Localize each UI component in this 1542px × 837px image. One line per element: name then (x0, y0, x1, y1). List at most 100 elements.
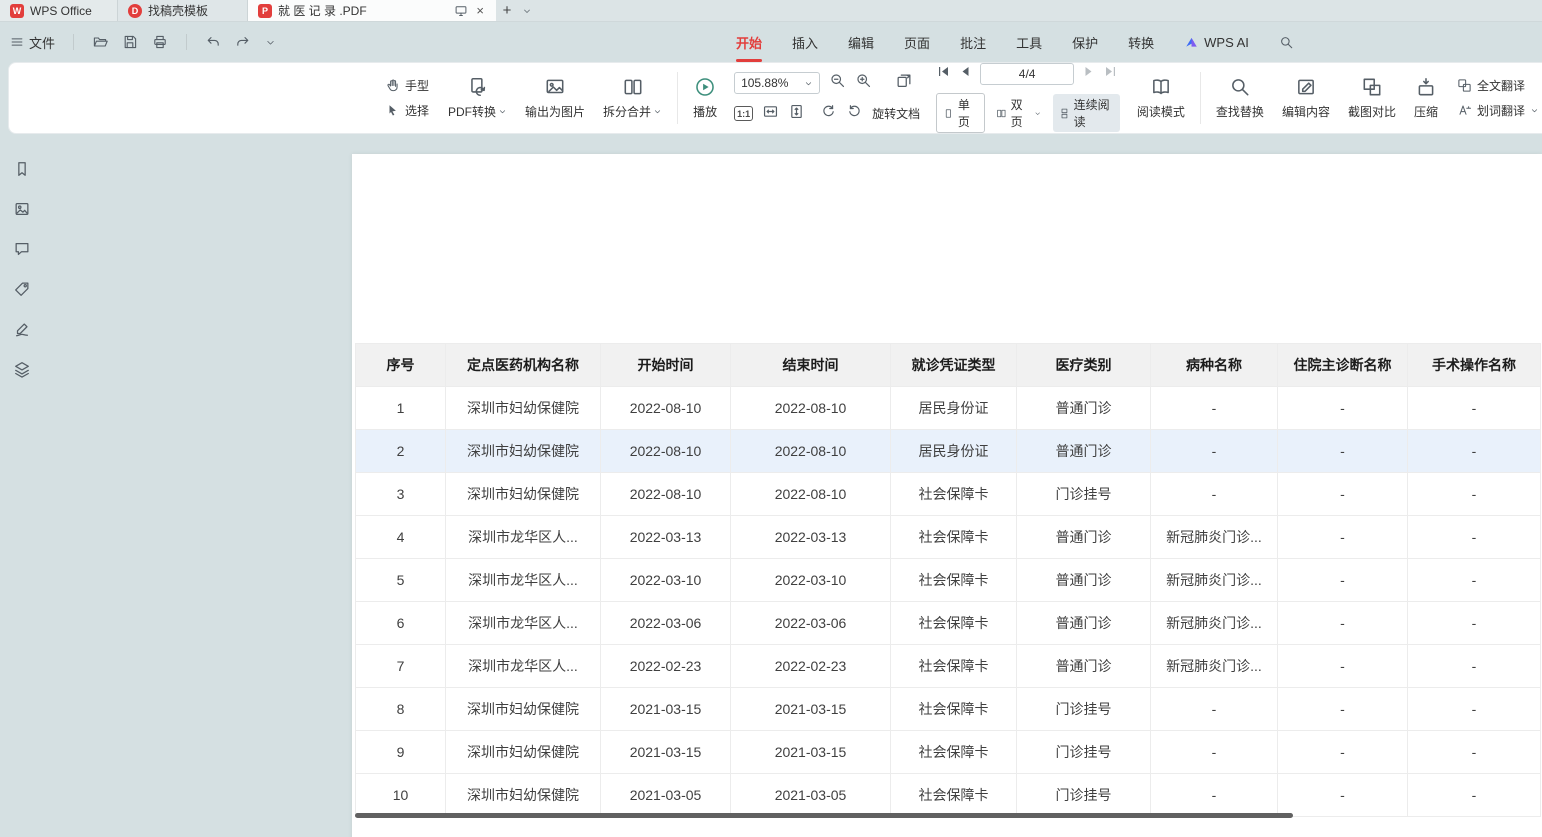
comment-panel-icon[interactable] (12, 239, 32, 259)
read-mode-button[interactable]: 阅读模式 (1128, 67, 1194, 129)
table-cell: 深圳市妇幼保健院 (446, 473, 601, 516)
close-tab-icon[interactable]: × (474, 4, 486, 17)
page-indicator-value: 4/4 (1019, 67, 1036, 81)
page-indicator-input[interactable]: 4/4 (980, 63, 1074, 85)
edit-content-button[interactable]: 编辑内容 (1273, 67, 1339, 129)
signature-panel-icon[interactable] (12, 319, 32, 339)
ribbon-tab-page[interactable]: 页面 (904, 22, 930, 62)
save-icon[interactable] (122, 34, 138, 50)
split-merge-button[interactable]: 拆分合并 (594, 67, 671, 129)
tabs-dropdown-icon[interactable] (518, 0, 536, 21)
file-menu-button[interactable]: 文件 (10, 33, 55, 52)
table-cell: - (1408, 774, 1541, 817)
single-page-mode-button[interactable]: 单页 (936, 93, 985, 133)
tab-document[interactable]: P 就 医 记 录 .PDF × (248, 0, 496, 21)
table-cell: - (1278, 688, 1408, 731)
select-tool-label: 选择 (405, 102, 429, 119)
table-cell: - (1278, 430, 1408, 473)
compress-button[interactable]: 压缩 (1405, 67, 1447, 129)
single-page-label: 单页 (958, 96, 978, 130)
table-cell: 深圳市妇幼保健院 (446, 731, 601, 774)
ribbon-tab-convert[interactable]: 转换 (1128, 22, 1154, 62)
table-cell: 2022-08-10 (601, 473, 731, 516)
pointer-mode-group: 手型 选择 (375, 77, 439, 119)
fit-page-button[interactable] (788, 103, 805, 125)
zoom-level-select[interactable]: 105.88% (734, 72, 820, 94)
full-translate-button[interactable]: 全文翻译 (1457, 77, 1539, 94)
export-image-icon (544, 76, 566, 98)
history-dropdown-icon[interactable] (265, 37, 276, 48)
ribbon-tab-insert[interactable]: 插入 (792, 22, 818, 62)
table-cell: 9 (356, 731, 446, 774)
table-cell: 2022-02-23 (731, 645, 891, 688)
ribbon-search-icon[interactable] (1279, 22, 1294, 62)
table-cell: 普通门诊 (1017, 387, 1151, 430)
next-page-button[interactable] (1081, 64, 1096, 84)
ribbon-tab-tools[interactable]: 工具 (1016, 22, 1042, 62)
undo-icon[interactable] (205, 34, 221, 50)
table-cell: 10 (356, 774, 446, 817)
table-cell: 2022-03-13 (731, 516, 891, 559)
divider (1200, 72, 1201, 124)
table-row: 9深圳市妇幼保健院2021-03-152021-03-15社会保障卡门诊挂号--… (356, 731, 1541, 774)
tag-panel-icon[interactable] (12, 279, 32, 299)
play-button[interactable]: 播放 (684, 67, 726, 129)
ribbon-tab-home[interactable]: 开始 (736, 22, 762, 62)
document-viewport[interactable]: 序号定点医药机构名称开始时间结束时间就诊凭证类型医疗类别病种名称住院主诊断名称手… (44, 135, 1542, 837)
thumbnail-panel-icon[interactable] (12, 199, 32, 219)
open-book-icon (1150, 76, 1172, 98)
last-page-button[interactable] (1103, 64, 1118, 84)
print-icon[interactable] (152, 34, 168, 50)
double-page-mode-button[interactable]: 双页 (990, 94, 1048, 132)
first-page-button[interactable] (936, 64, 951, 84)
tab-wps-home[interactable]: W WPS Office (0, 0, 118, 21)
new-window-view-icon[interactable] (895, 72, 913, 95)
screenshot-compare-button[interactable]: 截图对比 (1339, 67, 1405, 129)
column-header: 开始时间 (601, 344, 731, 387)
rotate-doc-button[interactable]: 旋转文档 (872, 105, 920, 122)
prev-page-button[interactable] (958, 64, 973, 84)
ribbon-tab-wps-ai[interactable]: WPS AI (1184, 22, 1249, 62)
zoom-out-button[interactable] (829, 72, 846, 94)
ribbon-tab-comment[interactable]: 批注 (960, 22, 986, 62)
table-cell: - (1278, 602, 1408, 645)
table-cell: 门诊挂号 (1017, 774, 1151, 817)
tab-docer-template[interactable]: D 找稿壳模板 (118, 0, 248, 21)
ribbon-tab-edit[interactable]: 编辑 (848, 22, 874, 62)
hamburger-icon (10, 35, 24, 49)
chevron-down-icon (498, 107, 507, 116)
divider (186, 34, 187, 50)
table-row: 8深圳市妇幼保健院2021-03-152021-03-15社会保障卡门诊挂号--… (356, 688, 1541, 731)
new-tab-button[interactable]: + (496, 0, 518, 21)
actual-size-button[interactable]: 1:1 (734, 106, 753, 121)
table-cell: - (1408, 473, 1541, 516)
full-translate-label: 全文翻译 (1477, 77, 1525, 94)
hand-tool-button[interactable]: 手型 (385, 77, 429, 94)
pdf-convert-label: PDF转换 (448, 103, 496, 120)
open-folder-icon[interactable] (92, 34, 108, 50)
bookmark-icon[interactable] (12, 159, 32, 179)
table-cell: - (1151, 688, 1278, 731)
rotate-left-button[interactable] (820, 103, 837, 125)
rotate-right-button[interactable] (846, 103, 863, 125)
layers-panel-icon[interactable] (12, 359, 32, 379)
export-image-button[interactable]: 输出为图片 (516, 67, 594, 129)
table-cell: 新冠肺炎门诊... (1151, 516, 1278, 559)
read-mode-label: 阅读模式 (1137, 103, 1185, 120)
monitor-icon[interactable] (454, 4, 468, 18)
table-cell: 居民身份证 (891, 387, 1017, 430)
redo-icon[interactable] (235, 34, 251, 50)
table-cell: - (1278, 774, 1408, 817)
table-cell: 2022-08-10 (601, 430, 731, 473)
word-translate-button[interactable]: 划词翻译 (1457, 102, 1539, 119)
zoom-in-button[interactable] (855, 72, 872, 94)
continuous-read-button[interactable]: 连续阅读 (1053, 94, 1120, 132)
horizontal-scrollbar-thumb[interactable] (355, 813, 1293, 818)
fit-width-button[interactable] (762, 103, 779, 125)
pdf-convert-icon (467, 76, 489, 98)
ribbon-tab-protect[interactable]: 保护 (1072, 22, 1098, 62)
find-replace-button[interactable]: 查找替换 (1207, 67, 1273, 129)
select-tool-button[interactable]: 选择 (385, 102, 429, 119)
pdf-convert-button[interactable]: PDF转换 (439, 67, 516, 129)
table-cell: 2021-03-15 (731, 688, 891, 731)
